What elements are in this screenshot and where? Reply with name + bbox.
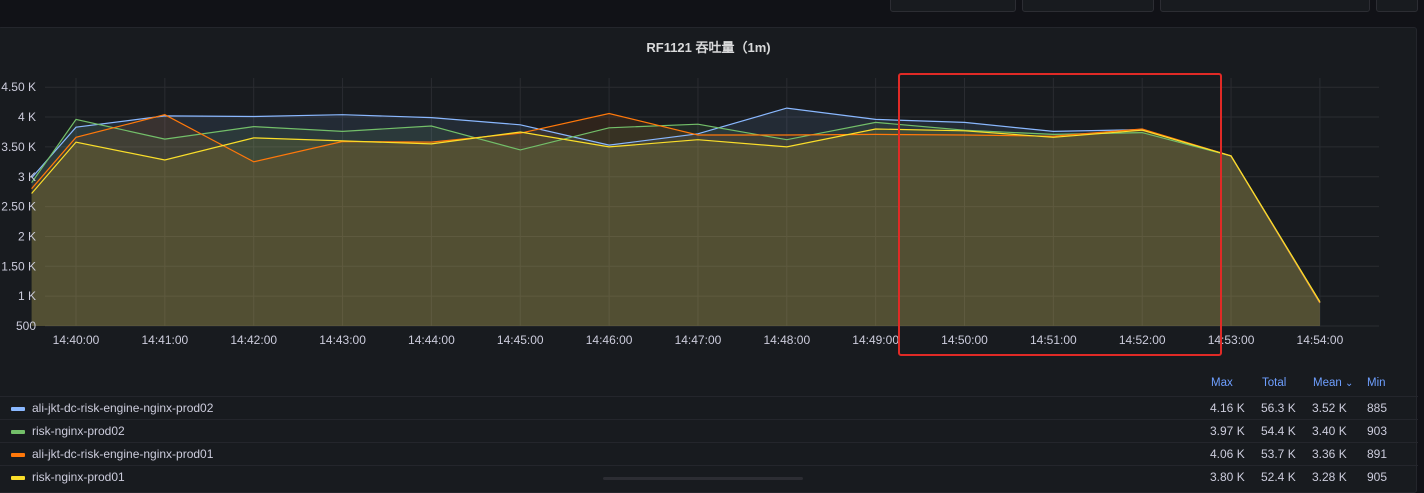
y-tick-label: 2.50 K (1, 200, 36, 214)
legend-row[interactable]: risk-nginx-prod02 3.97 K 54.4 K 3.40 K 9… (0, 419, 1418, 442)
series-color-swatch[interactable] (11, 430, 25, 434)
legend-min: 885 (1367, 401, 1388, 415)
toolbar-control-2[interactable] (1022, 0, 1154, 12)
legend-series-name[interactable]: ali-jkt-dc-risk-engine-nginx-prod02 (32, 401, 213, 415)
series-color-swatch[interactable] (11, 453, 25, 457)
x-tick-label: 14:48:00 (763, 333, 810, 347)
x-tick-label: 14:46:00 (586, 333, 633, 347)
legend-max: 4.16 K (1210, 401, 1245, 415)
x-tick-label: 14:54:00 (1297, 333, 1344, 347)
y-tick-label: 1.50 K (1, 259, 36, 273)
y-tick-label: 1 K (18, 289, 36, 303)
series-color-swatch[interactable] (11, 407, 25, 411)
legend-max: 4.06 K (1210, 447, 1245, 461)
legend-mean: 3.52 K (1312, 401, 1347, 415)
legend-series-name[interactable]: ali-jkt-dc-risk-engine-nginx-prod01 (32, 447, 213, 461)
legend-min: 903 (1367, 424, 1388, 438)
legend-total: 56.3 K (1261, 401, 1296, 415)
legend-mean: 3.36 K (1312, 447, 1347, 461)
legend-min: 891 (1367, 447, 1388, 461)
legend-series-name[interactable]: risk-nginx-prod01 (32, 470, 125, 484)
y-tick-label: 4.50 K (1, 80, 36, 94)
x-tick-label: 14:49:00 (852, 333, 899, 347)
legend-header-total[interactable]: Total (1262, 377, 1286, 389)
legend-total: 52.4 K (1261, 470, 1296, 484)
x-tick-label: 14:43:00 (319, 333, 366, 347)
y-tick-label: 3.50 K (1, 140, 36, 154)
series-color-swatch[interactable] (11, 476, 25, 480)
x-tick-label: 14:41:00 (141, 333, 188, 347)
sort-chevron-down-icon: ⌄ (1344, 378, 1354, 389)
legend-min: 905 (1367, 470, 1388, 484)
x-tick-label: 14:40:00 (53, 333, 100, 347)
y-tick-label: 4 K (18, 110, 36, 124)
legend-row[interactable]: ali-jkt-dc-risk-engine-nginx-prod02 4.16… (0, 396, 1418, 419)
legend-total: 53.7 K (1261, 447, 1296, 461)
y-tick-label: 500 (16, 319, 36, 333)
y-tick-label: 2 K (18, 229, 36, 243)
legend-total: 54.4 K (1261, 424, 1296, 438)
legend-table: Max Total Mean ⌄ Min ali-jkt-dc-risk-eng… (0, 372, 1418, 488)
time-picker-button[interactable] (1160, 0, 1370, 12)
legend-row[interactable]: ali-jkt-dc-risk-engine-nginx-prod01 4.06… (0, 442, 1418, 465)
legend-header-mean[interactable]: Mean ⌄ (1313, 377, 1353, 389)
refresh-button[interactable] (1376, 0, 1418, 12)
legend-mean: 3.28 K (1312, 470, 1347, 484)
y-axis: 500 1 K 1.50 K 2 K 2.50 K 3 K 3.50 K 4 K 4.50 K (1, 80, 36, 333)
x-tick-label: 14:42:00 (230, 333, 277, 347)
legend-header-max[interactable]: Max (1211, 377, 1233, 389)
x-tick-label: 14:47:00 (675, 333, 722, 347)
legend-max: 3.97 K (1210, 424, 1245, 438)
x-tick-label: 14:45:00 (497, 333, 544, 347)
dashboard-toolbar (0, 0, 1424, 14)
legend-header-mean-label: Mean (1313, 377, 1342, 389)
toolbar-control-1[interactable] (890, 0, 1016, 12)
legend-max: 3.80 K (1210, 470, 1245, 484)
x-tick-label: 14:44:00 (408, 333, 455, 347)
legend-header-min[interactable]: Min (1367, 377, 1386, 389)
y-tick-label: 3 K (18, 170, 36, 184)
legend-series-name[interactable]: risk-nginx-prod02 (32, 424, 125, 438)
annotation-highlight-box (898, 73, 1222, 356)
legend-mean: 3.40 K (1312, 424, 1347, 438)
horizontal-scrollbar[interactable] (603, 477, 803, 480)
legend-header: Max Total Mean ⌄ Min (0, 372, 1418, 396)
